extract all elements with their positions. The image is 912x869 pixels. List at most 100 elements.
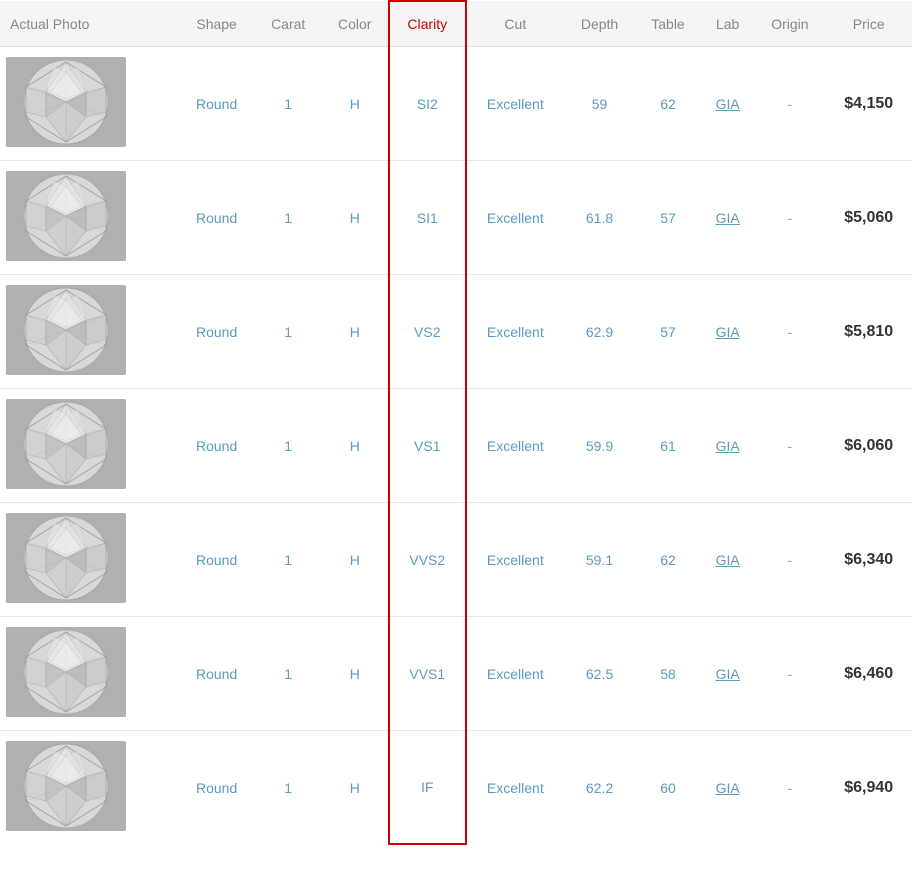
col-header-table: Table xyxy=(635,1,701,47)
diamond-image-5[interactable] xyxy=(6,627,126,717)
col-header-shape: Shape xyxy=(178,1,254,47)
table-row: Round 1 H IF Excellent 62.2 60 GIA - $6,… xyxy=(0,731,912,845)
cell-depth-1: 61.8 xyxy=(564,161,635,275)
cell-cut-2: Excellent xyxy=(466,275,564,389)
cell-price-0: $4,150 xyxy=(825,47,912,161)
cell-carat-1: 1 xyxy=(255,161,322,275)
cell-photo-1[interactable] xyxy=(0,161,178,275)
diamond-image-3[interactable] xyxy=(6,399,126,489)
col-header-price: Price xyxy=(825,1,912,47)
cell-clarity-4[interactable]: VVS2 xyxy=(389,503,466,617)
cell-carat-6: 1 xyxy=(255,731,322,845)
cell-photo-4[interactable] xyxy=(0,503,178,617)
cell-cut-6: Excellent xyxy=(466,731,564,845)
cell-cut-5: Excellent xyxy=(466,617,564,731)
cell-clarity-3[interactable]: VS1 xyxy=(389,389,466,503)
diamond-table: Actual Photo Shape Carat Color Clarity C… xyxy=(0,0,912,845)
cell-color-1: H xyxy=(322,161,389,275)
col-header-lab: Lab xyxy=(701,1,754,47)
cell-origin-6: - xyxy=(754,731,825,845)
col-header-origin: Origin xyxy=(754,1,825,47)
cell-price-4: $6,340 xyxy=(825,503,912,617)
col-header-color: Color xyxy=(322,1,389,47)
cell-table-3: 61 xyxy=(635,389,701,503)
cell-origin-1: - xyxy=(754,161,825,275)
cell-origin-5: - xyxy=(754,617,825,731)
diamond-image-2[interactable] xyxy=(6,285,126,375)
cell-price-3: $6,060 xyxy=(825,389,912,503)
cell-depth-4: 59.1 xyxy=(564,503,635,617)
cell-color-5: H xyxy=(322,617,389,731)
cell-origin-4: - xyxy=(754,503,825,617)
cell-cut-0: Excellent xyxy=(466,47,564,161)
cell-lab-5[interactable]: GIA xyxy=(701,617,754,731)
cell-depth-5: 62.5 xyxy=(564,617,635,731)
cell-carat-4: 1 xyxy=(255,503,322,617)
cell-table-5: 58 xyxy=(635,617,701,731)
cell-shape-3: Round xyxy=(178,389,254,503)
cell-color-6: H xyxy=(322,731,389,845)
cell-photo-5[interactable] xyxy=(0,617,178,731)
table-row: Round 1 H SI1 Excellent 61.8 57 GIA - $5… xyxy=(0,161,912,275)
col-header-clarity[interactable]: Clarity xyxy=(389,1,466,47)
diamond-image-1[interactable] xyxy=(6,171,126,261)
cell-carat-3: 1 xyxy=(255,389,322,503)
cell-shape-0: Round xyxy=(178,47,254,161)
cell-origin-2: - xyxy=(754,275,825,389)
diamond-image-4[interactable] xyxy=(6,513,126,603)
table-row: Round 1 H VS1 Excellent 59.9 61 GIA - $6… xyxy=(0,389,912,503)
cell-lab-0[interactable]: GIA xyxy=(701,47,754,161)
col-header-depth: Depth xyxy=(564,1,635,47)
cell-clarity-0[interactable]: SI2 xyxy=(389,47,466,161)
cell-lab-4[interactable]: GIA xyxy=(701,503,754,617)
cell-clarity-5[interactable]: VVS1 xyxy=(389,617,466,731)
cell-lab-3[interactable]: GIA xyxy=(701,389,754,503)
cell-origin-0: - xyxy=(754,47,825,161)
cell-price-6: $6,940 xyxy=(825,731,912,845)
table-row: Round 1 H SI2 Excellent 59 62 GIA - $4,1… xyxy=(0,47,912,161)
cell-cut-4: Excellent xyxy=(466,503,564,617)
table-header: Actual Photo Shape Carat Color Clarity C… xyxy=(0,1,912,47)
cell-color-3: H xyxy=(322,389,389,503)
cell-depth-6: 62.2 xyxy=(564,731,635,845)
cell-photo-2[interactable] xyxy=(0,275,178,389)
cell-color-2: H xyxy=(322,275,389,389)
col-header-photo: Actual Photo xyxy=(0,1,178,47)
cell-price-1: $5,060 xyxy=(825,161,912,275)
cell-table-4: 62 xyxy=(635,503,701,617)
cell-depth-0: 59 xyxy=(564,47,635,161)
cell-table-6: 60 xyxy=(635,731,701,845)
cell-price-5: $6,460 xyxy=(825,617,912,731)
cell-cut-1: Excellent xyxy=(466,161,564,275)
cell-carat-5: 1 xyxy=(255,617,322,731)
cell-depth-3: 59.9 xyxy=(564,389,635,503)
col-header-cut: Cut xyxy=(466,1,564,47)
cell-shape-4: Round xyxy=(178,503,254,617)
cell-carat-2: 1 xyxy=(255,275,322,389)
diamond-image-6[interactable] xyxy=(6,741,126,831)
cell-photo-6[interactable] xyxy=(0,731,178,845)
cell-shape-2: Round xyxy=(178,275,254,389)
table-row: Round 1 H VVS2 Excellent 59.1 62 GIA - $… xyxy=(0,503,912,617)
cell-lab-1[interactable]: GIA xyxy=(701,161,754,275)
cell-clarity-2[interactable]: VS2 xyxy=(389,275,466,389)
cell-lab-6[interactable]: GIA xyxy=(701,731,754,845)
cell-clarity-6[interactable]: IF xyxy=(389,731,466,845)
cell-table-2: 57 xyxy=(635,275,701,389)
cell-photo-0[interactable] xyxy=(0,47,178,161)
diamond-image-0[interactable] xyxy=(6,57,126,147)
col-header-carat: Carat xyxy=(255,1,322,47)
cell-shape-5: Round xyxy=(178,617,254,731)
cell-photo-3[interactable] xyxy=(0,389,178,503)
cell-clarity-1[interactable]: SI1 xyxy=(389,161,466,275)
cell-table-1: 57 xyxy=(635,161,701,275)
cell-lab-2[interactable]: GIA xyxy=(701,275,754,389)
cell-depth-2: 62.9 xyxy=(564,275,635,389)
table-row: Round 1 H VS2 Excellent 62.9 57 GIA - $5… xyxy=(0,275,912,389)
cell-cut-3: Excellent xyxy=(466,389,564,503)
table-row: Round 1 H VVS1 Excellent 62.5 58 GIA - $… xyxy=(0,617,912,731)
cell-color-4: H xyxy=(322,503,389,617)
cell-shape-1: Round xyxy=(178,161,254,275)
cell-shape-6: Round xyxy=(178,731,254,845)
cell-origin-3: - xyxy=(754,389,825,503)
